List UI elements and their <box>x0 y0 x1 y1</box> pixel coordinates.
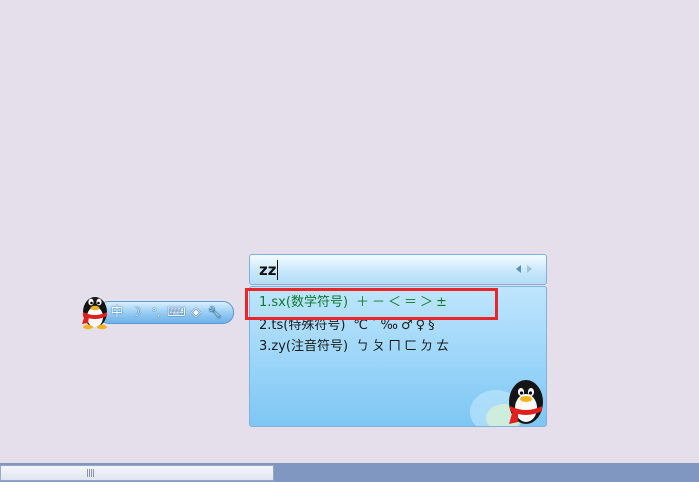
soft-keyboard-button[interactable]: ⌨ <box>167 304 186 321</box>
ime-status-bar[interactable]: 中 ☽ °, ⌨ ◈ 🔧 <box>78 288 236 332</box>
ime-candidate-window: zz 1.sx(数学符号) ＋－＜＝＞± 2.ts(特殊符号) ℃ˊ‰♂♀§ 3.z… <box>249 254 547 427</box>
horizontal-scrollbar[interactable] <box>0 465 274 481</box>
penguin-watermark-icon <box>470 380 543 426</box>
triangle-left-icon[interactable] <box>516 265 521 273</box>
status-bar-pill: 中 ☽ °, ⌨ ◈ 🔧 <box>98 301 234 324</box>
page-arrows <box>516 265 534 275</box>
candidate-symbols: ＋－＜＝＞± <box>356 295 450 310</box>
candidate-code: 2.ts(特殊符号) <box>259 318 346 333</box>
candidate-item-2[interactable]: 2.ts(特殊符号) ℃ˊ‰♂♀§ <box>259 316 438 336</box>
scroll-grip-icon[interactable] <box>87 469 95 477</box>
candidate-item-1[interactable]: 1.sx(数学符号) ＋－＜＝＞± <box>259 293 450 313</box>
triangle-right-icon[interactable] <box>527 265 532 273</box>
skin-button[interactable]: ◈ <box>187 304 205 321</box>
composition-bar[interactable]: zz <box>249 254 547 285</box>
half-width-button[interactable]: ☽ <box>127 304 145 321</box>
candidate-panel: 1.sx(数学符号) ＋－＜＝＞± 2.ts(特殊符号) ℃ˊ‰♂♀§ 3.zy(注… <box>249 286 547 427</box>
moon-icon: ☽ <box>130 305 142 320</box>
candidate-code: 1.sx(数学符号) <box>259 295 349 310</box>
skin-icon: ◈ <box>191 305 201 320</box>
candidate-item-3[interactable]: 3.zy(注音符号) ㄅㄆㄇㄈㄉㄊ <box>259 337 452 357</box>
candidate-symbols: ℃ˊ‰♂♀§ <box>353 318 438 333</box>
candidate-code: 3.zy(注音符号) <box>259 339 349 354</box>
qq-penguin-icon[interactable] <box>78 290 112 330</box>
wrench-icon: 🔧 <box>208 306 222 319</box>
taskbar <box>0 463 699 482</box>
chinese-mode-icon: 中 <box>110 305 124 320</box>
composition-text: zz <box>259 260 279 280</box>
settings-button[interactable]: 🔧 <box>206 304 224 321</box>
candidate-symbols: ㄅㄆㄇㄈㄉㄊ <box>356 339 453 354</box>
punctuation-button[interactable]: °, <box>147 304 165 321</box>
punctuation-icon: °, <box>151 306 161 319</box>
keyboard-icon: ⌨ <box>167 305 186 320</box>
